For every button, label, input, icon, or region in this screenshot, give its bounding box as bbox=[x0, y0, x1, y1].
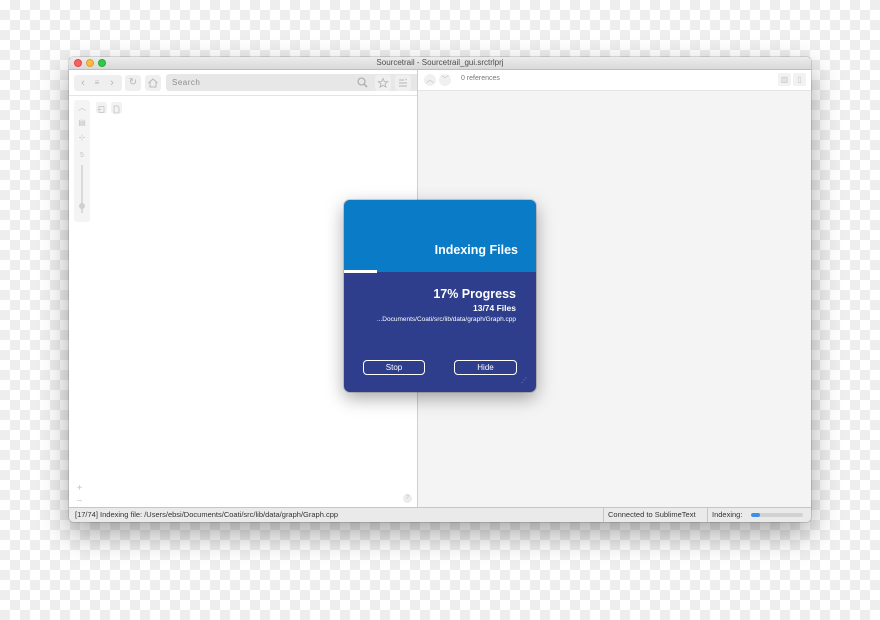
resize-grip-icon[interactable]: ⋰ bbox=[521, 378, 527, 384]
depth-slider-handle[interactable] bbox=[79, 203, 85, 209]
zoom-in-button[interactable]: + bbox=[74, 483, 85, 494]
title-bar[interactable]: Sourcetrail - Sourcetrail_gui.srctrlprj bbox=[69, 57, 811, 70]
file-mode-icon[interactable]: ▯ bbox=[793, 73, 806, 86]
bookmark-list-icon[interactable] bbox=[395, 75, 411, 91]
ide-connection-label: Connected to SublimeText bbox=[608, 510, 696, 519]
snippet-mode-icon[interactable]: ▥ bbox=[778, 73, 791, 86]
code-view-header: ︿ ﹀ 0 references ▥ ▯ bbox=[418, 70, 811, 91]
stop-button[interactable]: Stop bbox=[363, 360, 425, 375]
dialog-progress-bar bbox=[344, 270, 536, 273]
dialog-title: Indexing Files bbox=[434, 243, 518, 257]
group-by-namespace-icon[interactable]: ▤ bbox=[76, 117, 88, 129]
chevron-right-icon[interactable]: › bbox=[105, 75, 119, 91]
home-icon[interactable] bbox=[145, 75, 161, 91]
file-count: 13/74 Files bbox=[472, 303, 516, 313]
search-icon[interactable] bbox=[355, 75, 370, 90]
search-toolbar: ‹ ≡ › ↻ bbox=[69, 70, 444, 96]
next-reference-icon[interactable]: ﹀ bbox=[439, 74, 451, 86]
collapse-icon[interactable]: ︿ bbox=[76, 102, 88, 114]
chevron-left-icon[interactable]: ‹ bbox=[76, 75, 90, 91]
zoom-out-button[interactable]: − bbox=[74, 496, 85, 507]
previous-reference-icon[interactable]: ︿ bbox=[424, 74, 436, 86]
help-button[interactable]: ? bbox=[403, 494, 412, 503]
depth-label: 5 bbox=[80, 152, 84, 159]
hide-button[interactable]: Hide bbox=[454, 360, 517, 375]
indexing-label: Indexing: bbox=[712, 510, 743, 519]
dialog-progress-fill bbox=[344, 270, 377, 273]
window-title: Sourcetrail - Sourcetrail_gui.srctrlprj bbox=[376, 58, 504, 67]
group-by-file-icon[interactable]: ⊹ bbox=[76, 132, 88, 144]
indexing-progress-fill bbox=[751, 513, 760, 517]
indexing-dialog: Indexing Files 17% Progress 13/74 Files … bbox=[344, 200, 536, 392]
graph-controls: ︿ ▤ ⊹ 5 bbox=[74, 100, 90, 222]
status-message[interactable]: [17/74] Indexing file: /Users/ebsi/Docum… bbox=[75, 508, 338, 522]
star-icon[interactable] bbox=[375, 75, 391, 91]
save-graph-icon[interactable] bbox=[111, 102, 122, 114]
search-input[interactable] bbox=[166, 74, 346, 91]
export-graph-icon[interactable] bbox=[96, 102, 107, 113]
history-list-icon[interactable]: ≡ bbox=[91, 75, 103, 91]
refresh-icon[interactable]: ↻ bbox=[125, 75, 141, 91]
current-file-path: ...Documents/Coati/src/lib/data/graph/Gr… bbox=[376, 316, 516, 323]
status-bar: [17/74] Indexing file: /Users/ebsi/Docum… bbox=[69, 507, 811, 522]
progress-percent: 17% Progress bbox=[433, 287, 516, 301]
indexing-status[interactable]: Indexing: bbox=[707, 508, 811, 522]
indexing-progress-bar bbox=[751, 513, 803, 517]
dialog-header: Indexing Files bbox=[344, 200, 536, 272]
references-count: 0 references bbox=[461, 75, 500, 82]
ide-connection-status: Connected to SublimeText bbox=[603, 508, 707, 522]
